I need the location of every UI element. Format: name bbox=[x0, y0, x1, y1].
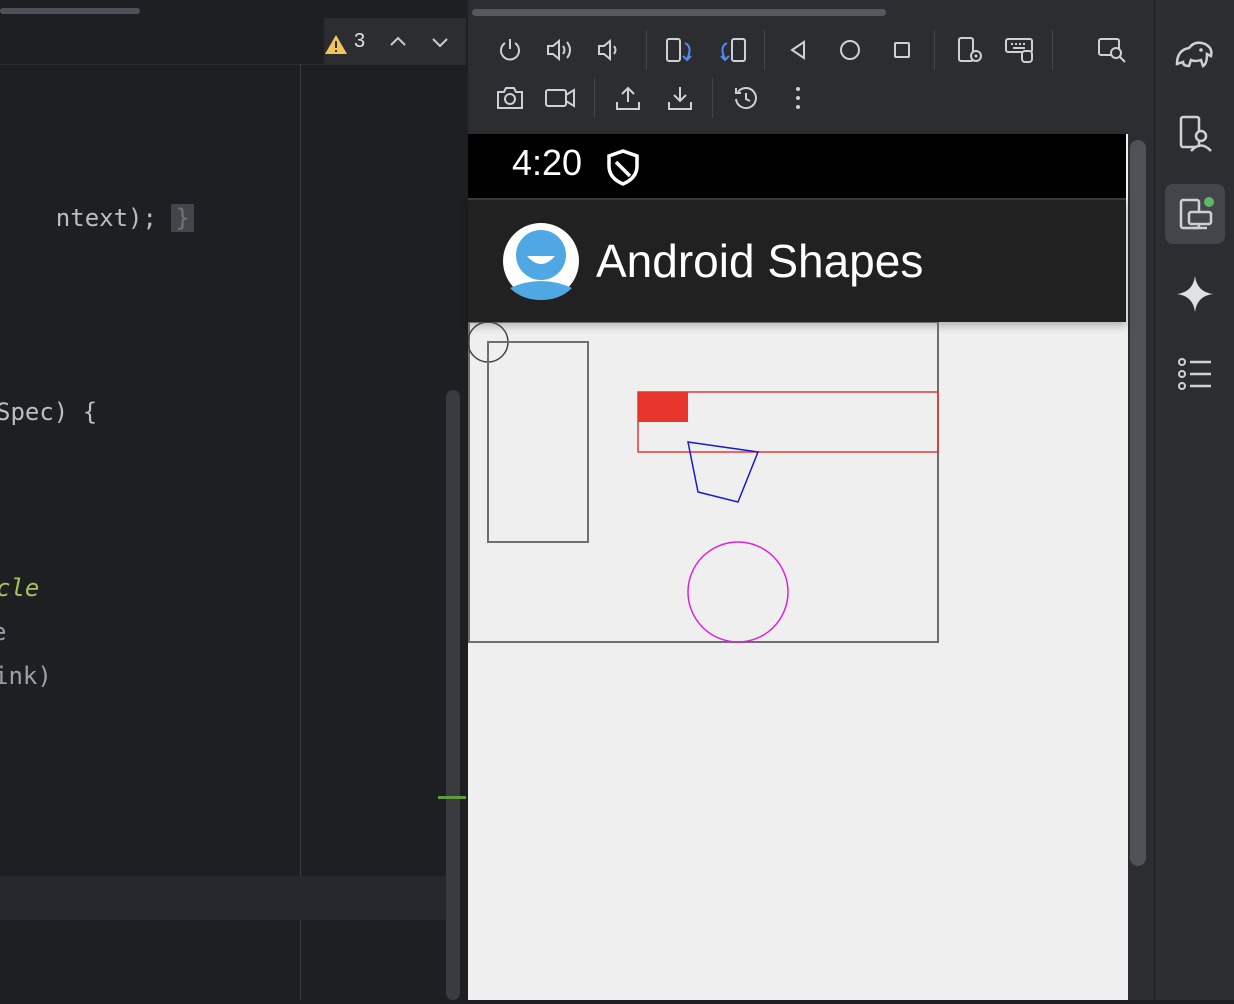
gemini-ai-button[interactable] bbox=[1165, 264, 1225, 324]
screenshot-button[interactable] bbox=[492, 80, 528, 116]
magenta-circle bbox=[687, 541, 789, 643]
overview-button[interactable] bbox=[884, 32, 920, 68]
editor-header: 3 bbox=[0, 18, 466, 65]
tall-rect bbox=[487, 341, 589, 543]
layout-inspector-button[interactable] bbox=[1094, 32, 1130, 68]
warning-icon[interactable] bbox=[324, 33, 348, 57]
inspect-search-icon bbox=[1098, 38, 1126, 63]
shapes-canvas bbox=[467, 321, 1126, 1000]
shield-icon bbox=[607, 149, 639, 186]
more-options-button[interactable] bbox=[780, 80, 816, 116]
chevron-down-icon[interactable] bbox=[428, 30, 452, 54]
toolbar-separator bbox=[594, 78, 595, 118]
app-title: Android Shapes bbox=[596, 235, 924, 287]
sparkle-icon bbox=[1177, 276, 1213, 312]
running-devices-panel: 4:20 Android Shapes bbox=[466, 0, 1156, 1000]
code-line-5[interactable]: ink) bbox=[0, 662, 52, 690]
panel-vertical-scrollbar[interactable] bbox=[1130, 140, 1146, 866]
inspection-widget[interactable]: 3 bbox=[324, 18, 466, 64]
structure-list-button[interactable] bbox=[1165, 344, 1225, 404]
code-line-4[interactable]: e bbox=[0, 618, 6, 646]
shapes-drawing bbox=[467, 321, 939, 643]
toolbar-separator bbox=[646, 30, 647, 70]
current-line-highlight bbox=[0, 876, 460, 920]
toolbar-separator bbox=[764, 30, 765, 70]
rotate-left-button[interactable] bbox=[662, 32, 698, 68]
download-button[interactable] bbox=[662, 80, 698, 116]
app-logo-avatar-icon bbox=[503, 223, 579, 300]
code-text: ntext); bbox=[55, 204, 157, 232]
bullet-list-icon bbox=[1178, 358, 1211, 390]
code-line-1[interactable]: ntext); } bbox=[0, 176, 194, 260]
rotate-right-icon bbox=[720, 38, 746, 62]
home-circle-icon bbox=[840, 40, 860, 60]
change-marker bbox=[438, 796, 466, 799]
code-editor[interactable]: 3 ntext); } Spec) { cle e ink) bbox=[0, 0, 466, 1000]
volume-down-icon bbox=[598, 38, 617, 62]
tool-window-strip bbox=[1154, 0, 1234, 1000]
power-button[interactable] bbox=[492, 32, 528, 68]
keyboard-button[interactable] bbox=[1002, 32, 1038, 68]
rotate-right-button[interactable] bbox=[714, 32, 750, 68]
editor-vertical-scrollbar[interactable] bbox=[446, 390, 460, 1000]
running-devices-button[interactable] bbox=[1165, 184, 1225, 244]
extended-controls-button[interactable] bbox=[952, 32, 988, 68]
screen-record-button[interactable] bbox=[542, 80, 578, 116]
device-settings-icon bbox=[958, 37, 982, 62]
toolbar-separator bbox=[934, 30, 935, 70]
blue-quadrilateral bbox=[687, 441, 760, 503]
code-line-2[interactable]: Spec) { bbox=[0, 398, 97, 426]
gradle-elephant-icon bbox=[1175, 41, 1213, 68]
gradle-tool-button[interactable] bbox=[1165, 24, 1225, 84]
device-manager-icon bbox=[1179, 115, 1212, 152]
video-camera-icon bbox=[545, 88, 575, 108]
code-line-3[interactable]: cle bbox=[0, 574, 39, 602]
back-triangle-icon bbox=[790, 40, 805, 60]
warning-count[interactable]: 3 bbox=[354, 30, 365, 53]
download-icon bbox=[668, 87, 692, 110]
device-screen[interactable]: 4:20 Android Shapes bbox=[467, 134, 1128, 1000]
app-toolbar: Android Shapes bbox=[468, 198, 1126, 322]
camera-icon bbox=[497, 87, 523, 109]
upload-button[interactable] bbox=[610, 80, 646, 116]
red-filled-rect bbox=[638, 392, 688, 422]
upload-icon bbox=[616, 86, 640, 110]
running-devices-icon bbox=[1179, 197, 1214, 230]
restore-history-icon bbox=[735, 87, 757, 110]
right-margin-guide bbox=[300, 64, 301, 1000]
home-button[interactable] bbox=[832, 32, 868, 68]
toolbar-separator bbox=[712, 78, 713, 118]
emulator-toolbar bbox=[468, 18, 1156, 134]
volume-down-button[interactable] bbox=[592, 32, 628, 68]
rotate-left-icon bbox=[666, 38, 692, 62]
chevron-up-icon[interactable] bbox=[386, 30, 410, 54]
folded-brace[interactable]: } bbox=[171, 204, 194, 232]
editor-horizontal-scrollbar[interactable] bbox=[0, 8, 140, 14]
outer-frame-rect bbox=[468, 321, 939, 643]
power-icon bbox=[500, 39, 520, 61]
back-button[interactable] bbox=[780, 32, 816, 68]
toolbar-separator bbox=[1052, 30, 1053, 70]
overview-square-icon bbox=[894, 42, 910, 58]
panel-horizontal-scrollbar[interactable] bbox=[472, 9, 886, 16]
status-time: 4:20 bbox=[512, 142, 583, 183]
more-vertical-icon bbox=[796, 87, 800, 109]
keyboard-icon bbox=[1005, 38, 1033, 63]
volume-up-icon bbox=[547, 38, 571, 62]
volume-up-button[interactable] bbox=[542, 32, 578, 68]
snapshot-button[interactable] bbox=[728, 80, 764, 116]
device-manager-button[interactable] bbox=[1165, 104, 1225, 164]
status-bar: 4:20 bbox=[468, 134, 1126, 198]
